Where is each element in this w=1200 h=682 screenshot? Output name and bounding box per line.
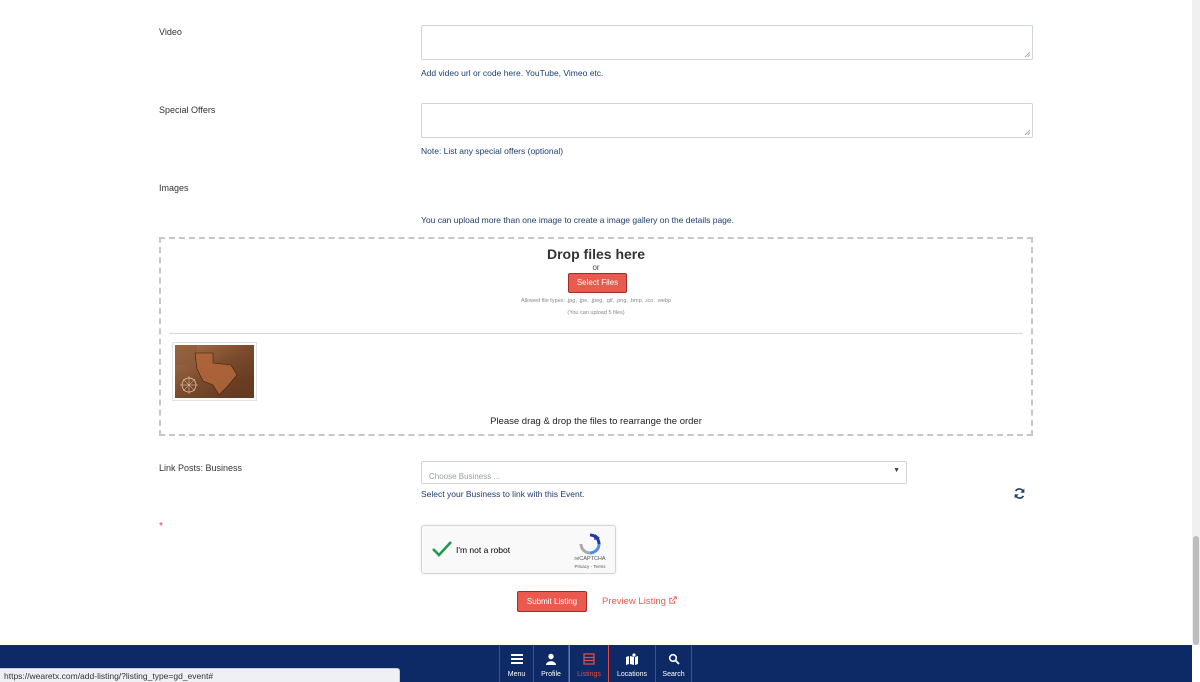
video-label: Video bbox=[159, 27, 182, 37]
uploaded-image-thumbnail[interactable] bbox=[172, 342, 257, 401]
menu-icon bbox=[510, 654, 523, 664]
required-marker: * bbox=[159, 521, 163, 532]
preview-listing-link[interactable]: Preview Listing bbox=[602, 596, 677, 607]
external-link-icon bbox=[668, 596, 677, 604]
checkmark-icon[interactable] bbox=[431, 538, 453, 560]
special-offers-help: Note: List any special offers (optional) bbox=[421, 146, 564, 156]
listings-icon bbox=[583, 653, 595, 665]
nav-item-locations[interactable]: Locations bbox=[609, 645, 656, 682]
images-help: You can upload more than one image to cr… bbox=[421, 215, 734, 225]
allowed-file-types: Allowed file types: .jpg, .jpe, .jpeg, .… bbox=[520, 298, 672, 304]
nav-label-menu: Menu bbox=[507, 671, 526, 678]
business-select[interactable]: Choose Business ... ▼ bbox=[421, 461, 907, 484]
captcha-label: I'm not a robot bbox=[456, 545, 511, 555]
select-files-button[interactable]: Select Files bbox=[568, 273, 627, 293]
images-label: Images bbox=[159, 183, 189, 193]
video-help: Add video url or code here. YouTube, Vim… bbox=[421, 68, 604, 78]
recaptcha-brand: reCAPTCHA bbox=[574, 556, 606, 562]
search-icon bbox=[668, 653, 680, 665]
recaptcha-widget[interactable]: I'm not a robot reCAPTCHA Privacy - Term… bbox=[421, 525, 616, 574]
resize-grip-icon[interactable] bbox=[1024, 51, 1030, 57]
video-textarea[interactable] bbox=[421, 25, 1033, 60]
texas-map-image bbox=[175, 345, 254, 398]
nav-item-search[interactable]: Search bbox=[656, 645, 692, 682]
drop-files-title: Drop files here bbox=[546, 246, 646, 262]
recaptcha-terms[interactable]: Privacy - Terms bbox=[568, 564, 612, 569]
page-scrollbar[interactable] bbox=[1192, 0, 1200, 645]
upload-limit-text: (You can upload 5 files) bbox=[567, 310, 625, 316]
nav-label-profile: Profile bbox=[541, 671, 561, 678]
user-icon bbox=[546, 653, 556, 665]
chevron-down-icon[interactable]: ▼ bbox=[893, 467, 900, 474]
resize-grip-icon[interactable] bbox=[1024, 129, 1030, 135]
nav-label-search: Search bbox=[662, 671, 685, 678]
nav-label-listings: Listings bbox=[577, 671, 601, 678]
submit-listing-button[interactable]: Submit Listing bbox=[517, 591, 587, 612]
map-icon bbox=[626, 653, 638, 665]
nav-label-locations: Locations bbox=[617, 671, 647, 678]
nav-item-profile[interactable]: Profile bbox=[534, 645, 569, 682]
link-posts-help: Select your Business to link with this E… bbox=[421, 489, 585, 499]
nav-item-listings[interactable]: Listings bbox=[569, 645, 609, 682]
reorder-hint: Please drag & drop the files to rearrang… bbox=[490, 416, 702, 427]
link-posts-label: Link Posts: Business bbox=[159, 463, 243, 473]
status-url: https://wearetx.com/add-listing/?listing… bbox=[4, 671, 214, 681]
special-offers-textarea[interactable] bbox=[421, 103, 1033, 138]
preview-listing-label: Preview Listing bbox=[602, 596, 666, 607]
image-dropzone[interactable]: Drop files here or Select Files Allowed … bbox=[159, 237, 1033, 436]
business-select-placeholder: Choose Business ... bbox=[429, 472, 501, 481]
dropzone-divider bbox=[169, 333, 1023, 334]
nav-item-menu[interactable]: Menu bbox=[499, 645, 534, 682]
scrollbar-thumb[interactable] bbox=[1193, 536, 1199, 645]
special-offers-label: Special Offers bbox=[159, 105, 216, 115]
browser-status-bar: https://wearetx.com/add-listing/?listing… bbox=[0, 668, 400, 682]
refresh-icon[interactable] bbox=[1013, 487, 1026, 500]
recaptcha-logo-icon bbox=[579, 533, 601, 555]
drop-or-text: or bbox=[592, 263, 600, 272]
